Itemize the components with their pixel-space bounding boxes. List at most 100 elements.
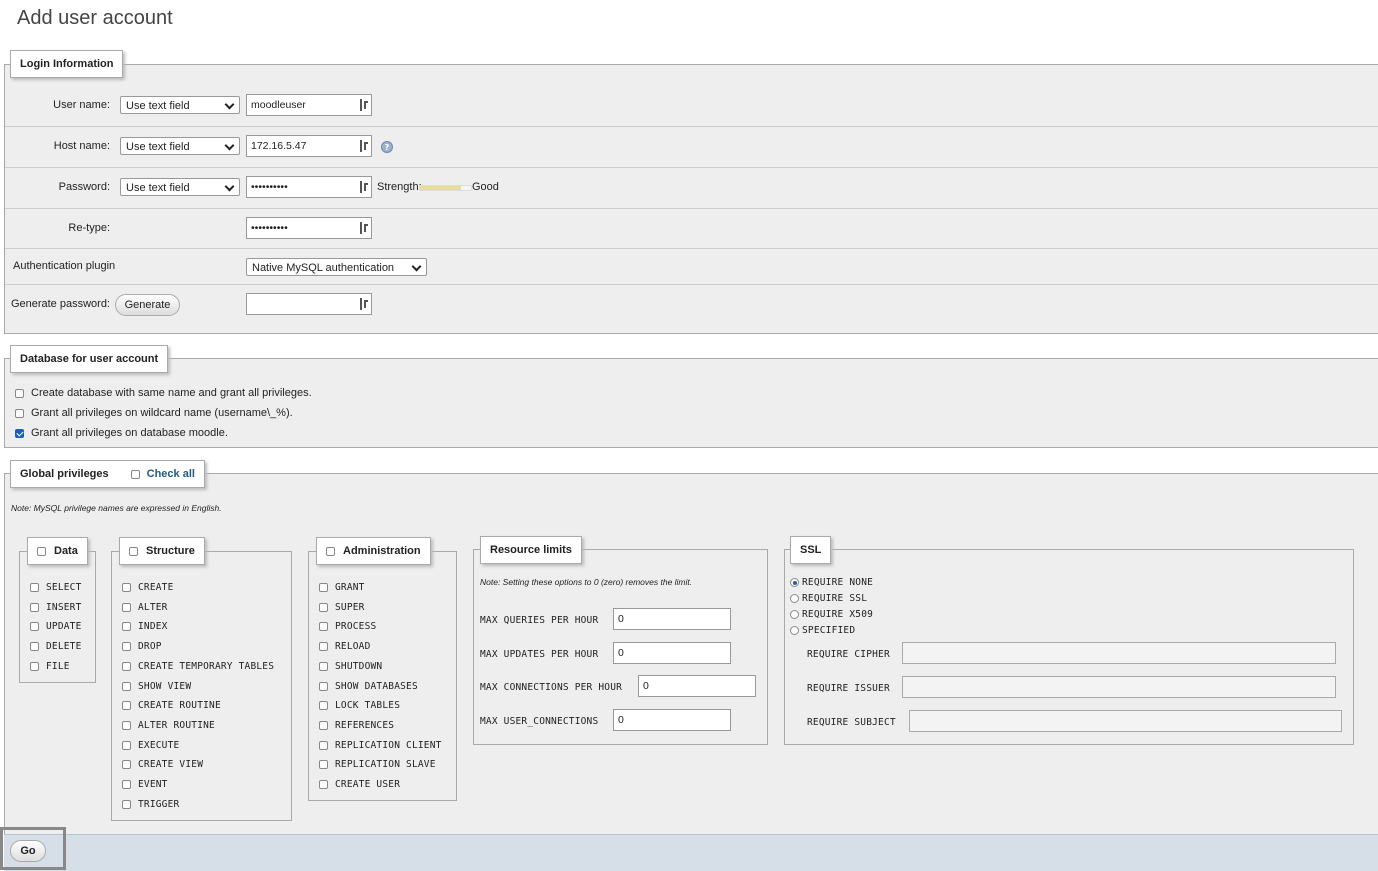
privilege-checkbox[interactable] (319, 583, 328, 592)
administration-privilege-references[interactable]: REFERENCES (319, 720, 394, 731)
data-group-checkbox[interactable] (37, 546, 46, 556)
max-updates-input[interactable]: 0 (613, 642, 731, 664)
structure-privilege-create[interactable]: CREATE (122, 582, 174, 593)
privilege-checkbox[interactable] (30, 602, 39, 612)
help-icon[interactable]: ? (381, 141, 393, 153)
administration-privilege-shutdown[interactable]: SHUTDOWN (319, 661, 382, 672)
privilege-checkbox[interactable] (122, 583, 131, 592)
ssl-radio[interactable] (790, 578, 799, 587)
privilege-checkbox[interactable] (319, 661, 328, 671)
administration-privilege-reload[interactable]: RELOAD (319, 641, 371, 652)
database-option-checkbox[interactable] (15, 408, 24, 418)
ssl-radio[interactable] (790, 626, 799, 635)
check-all-toggle[interactable]: Check all (130, 468, 195, 480)
check-all-checkbox[interactable] (130, 469, 140, 479)
keyboard-icon[interactable] (360, 99, 368, 111)
privilege-checkbox[interactable] (122, 701, 131, 711)
privilege-checkbox[interactable] (30, 622, 39, 632)
administration-privilege-show-databases[interactable]: SHOW DATABASES (319, 681, 418, 692)
administration-privilege-super[interactable]: SUPER (319, 602, 365, 613)
privilege-checkbox[interactable] (319, 622, 328, 632)
ssl-require-ssl[interactable]: REQUIRE SSL (790, 593, 867, 604)
ssl-radio[interactable] (790, 610, 799, 619)
keyboard-icon[interactable] (360, 298, 368, 310)
privilege-checkbox[interactable] (122, 622, 131, 632)
privilege-checkbox[interactable] (319, 760, 328, 770)
retype-input[interactable]: •••••••••• (246, 217, 372, 239)
hostname-mode-select[interactable]: Use text field (120, 137, 240, 155)
auth-plugin-select[interactable]: Native MySQL authentication (246, 258, 427, 276)
privilege-checkbox[interactable] (122, 799, 131, 809)
max-connections-input[interactable]: 0 (638, 675, 756, 697)
generated-password-input[interactable] (246, 293, 372, 315)
administration-privilege-process[interactable]: PROCESS (319, 621, 376, 632)
structure-privilege-trigger[interactable]: TRIGGER (122, 799, 179, 810)
structure-privilege-create-temporary-tables[interactable]: CREATE TEMPORARY TABLES (122, 661, 274, 672)
structure-privilege-alter-routine[interactable]: ALTER ROUTINE (122, 720, 215, 731)
data-legend[interactable]: Data (27, 537, 88, 565)
administration-privilege-replication-slave[interactable]: REPLICATION SLAVE (319, 759, 436, 770)
max-user-connections-input[interactable]: 0 (613, 709, 731, 731)
database-option-checkbox[interactable] (15, 428, 24, 438)
database-option-same-name[interactable]: Create database with same name and grant… (15, 387, 312, 399)
administration-privilege-lock-tables[interactable]: LOCK TABLES (319, 700, 400, 711)
structure-privilege-show-view[interactable]: SHOW VIEW (122, 681, 191, 692)
password-input[interactable]: •••••••••• (246, 176, 372, 198)
keyboard-icon[interactable] (360, 222, 368, 234)
data-privilege-update[interactable]: UPDATE (30, 621, 82, 632)
database-option-checkbox[interactable] (15, 388, 24, 398)
structure-privilege-execute[interactable]: EXECUTE (122, 740, 179, 751)
username-mode-select[interactable]: Use text field (120, 96, 240, 114)
go-button[interactable]: Go (10, 840, 46, 862)
keyboard-icon[interactable] (360, 181, 368, 193)
structure-privilege-drop[interactable]: DROP (122, 641, 162, 652)
privilege-checkbox[interactable] (122, 780, 131, 789)
data-privilege-delete[interactable]: DELETE (30, 641, 82, 652)
database-option-wildcard[interactable]: Grant all privileges on wildcard name (u… (15, 407, 293, 419)
privilege-checkbox[interactable] (122, 760, 131, 770)
max-queries-input[interactable]: 0 (613, 608, 731, 630)
privilege-checkbox[interactable] (122, 642, 131, 652)
privilege-checkbox[interactable] (30, 661, 39, 671)
privilege-checkbox[interactable] (319, 681, 328, 691)
privilege-checkbox[interactable] (319, 780, 328, 789)
ssl-require-x509[interactable]: REQUIRE X509 (790, 609, 873, 620)
hostname-input[interactable]: 172.16.5.47 (246, 135, 372, 157)
structure-privilege-index[interactable]: INDEX (122, 621, 168, 632)
privilege-checkbox[interactable] (319, 701, 328, 711)
data-privilege-select[interactable]: SELECT (30, 582, 82, 593)
privilege-checkbox[interactable] (319, 720, 328, 730)
privilege-checkbox[interactable] (30, 583, 39, 592)
ssl-specified[interactable]: SPECIFIED (790, 625, 855, 636)
username-input[interactable]: moodleuser (246, 94, 372, 116)
structure-group-checkbox[interactable] (129, 546, 138, 556)
structure-legend[interactable]: Structure (119, 537, 205, 565)
structure-privilege-alter[interactable]: ALTER (122, 602, 168, 613)
privilege-checkbox[interactable] (122, 740, 131, 750)
generate-button[interactable]: Generate (115, 294, 180, 316)
ssl-radio[interactable] (790, 594, 799, 603)
privilege-checkbox[interactable] (30, 642, 39, 652)
administration-privilege-replication-client[interactable]: REPLICATION CLIENT (319, 740, 442, 751)
ssl-require-none[interactable]: REQUIRE NONE (790, 577, 873, 588)
administration-legend[interactable]: Administration (316, 537, 431, 565)
data-privilege-insert[interactable]: INSERT (30, 602, 82, 613)
password-mode-select[interactable]: Use text field (120, 178, 240, 196)
privilege-checkbox[interactable] (122, 661, 131, 671)
privilege-checkbox[interactable] (122, 602, 131, 612)
keyboard-icon[interactable] (360, 140, 368, 152)
administration-group-checkbox[interactable] (326, 546, 335, 556)
privilege-checkbox[interactable] (319, 740, 328, 750)
data-privilege-file[interactable]: FILE (30, 661, 70, 672)
structure-privilege-create-view[interactable]: CREATE VIEW (122, 759, 203, 770)
privilege-checkbox[interactable] (319, 642, 328, 652)
structure-privilege-create-routine[interactable]: CREATE ROUTINE (122, 700, 221, 711)
require-issuer-input[interactable] (902, 676, 1336, 698)
privilege-checkbox[interactable] (319, 602, 328, 612)
require-subject-input[interactable] (909, 710, 1342, 732)
privilege-checkbox[interactable] (122, 681, 131, 691)
administration-privilege-create-user[interactable]: CREATE USER (319, 779, 400, 790)
privilege-checkbox[interactable] (122, 720, 131, 730)
database-option-moodle[interactable]: Grant all privileges on database moodle. (15, 427, 228, 439)
structure-privilege-event[interactable]: EVENT (122, 779, 168, 790)
